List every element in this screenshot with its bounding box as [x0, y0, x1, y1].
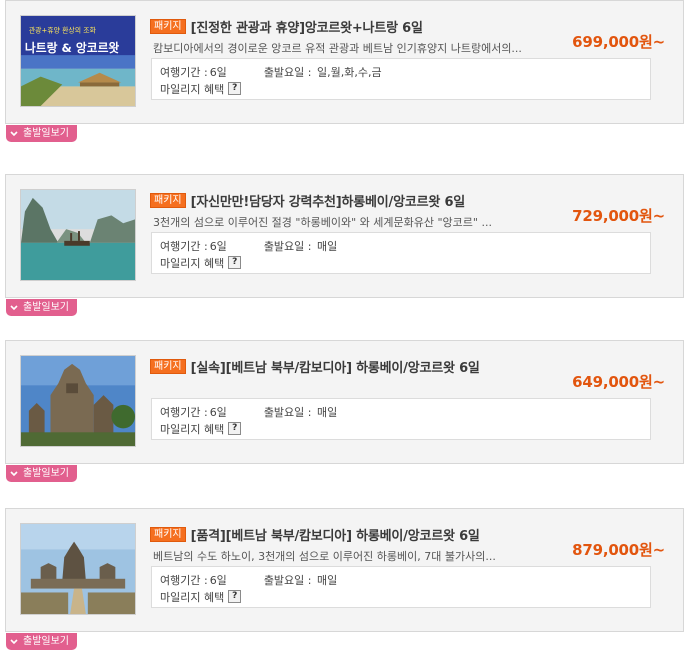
package-description: 3천개의 섬으로 이루어진 절경 "하롱베이와" 와 세계문화유산 "앙코르" … [153, 216, 492, 229]
mileage-label: 마일리지 혜택 [160, 82, 225, 96]
package-card[interactable]: 관광+휴양 환상의 조화 나트랑 & 앙코르왓 패키지 [진정한 관광과 휴양]… [5, 0, 684, 142]
package-price: 699,000원~ [572, 33, 665, 51]
departure-dates-button[interactable]: 출발일보기 [6, 633, 77, 650]
mileage-label: 마일리지 혜택 [160, 422, 225, 436]
package-thumbnail[interactable] [20, 189, 136, 281]
duration-value: 6일 [209, 573, 227, 587]
departure-dates-label: 출발일보기 [23, 128, 69, 139]
package-badge: 패키지 [150, 527, 186, 542]
package-title[interactable]: [진정한 관광과 휴양]앙코르왓+나트랑 6일 [191, 17, 423, 36]
package-price: 879,000원~ [572, 541, 665, 559]
help-icon[interactable]: ? [228, 590, 242, 603]
departure-dates-button[interactable]: 출발일보기 [6, 465, 77, 482]
departure-dates-button[interactable]: 출발일보기 [6, 299, 77, 316]
departure-value: 일,월,화,수,금 [317, 65, 382, 79]
package-description: 캄보디아에서의 경이로운 앙코르 유적 관광과 베트남 인기휴양지 나트랑에서의… [153, 42, 522, 55]
package-price: 649,000원~ [572, 373, 665, 391]
duration-value: 6일 [209, 65, 227, 79]
duration-label: 여행기간 : [160, 239, 208, 253]
duration-label: 여행기간 : [160, 405, 208, 419]
package-card[interactable]: 패키지 [실속][베트남 북부/캄보디아] 하롱베이/앙코르왓 6일 649,0… [5, 340, 684, 482]
help-icon[interactable]: ? [228, 82, 242, 95]
help-icon[interactable]: ? [228, 256, 242, 269]
package-title-row[interactable]: 패키지 [품격][베트남 북부/캄보디아] 하롱베이/앙코르왓 6일 [150, 525, 480, 544]
duration-label: 여행기간 : [160, 573, 208, 587]
duration-label: 여행기간 : [160, 65, 208, 79]
package-info-box: 여행기간 : 6일 출발요일 : 매일 마일리지 혜택 ? [151, 232, 651, 274]
departure-dates-button[interactable]: 출발일보기 [6, 125, 77, 142]
thumb-top-text: 관광+휴양 환상의 조화 [29, 26, 97, 35]
chevron-down-icon [10, 130, 18, 136]
chevron-down-icon [10, 470, 18, 476]
departure-value: 매일 [317, 405, 338, 419]
package-title-row[interactable]: 패키지 [자신만만!담당자 강력추천]하롱베이/앙코르왓 6일 [150, 191, 465, 210]
package-item: 패키지 [자신만만!담당자 강력추천]하롱베이/앙코르왓 6일 729,000원… [5, 174, 684, 316]
package-info-box: 여행기간 : 6일 출발요일 : 매일 마일리지 혜택 ? [151, 566, 651, 608]
departure-label: 출발요일 : [263, 405, 315, 419]
package-title[interactable]: [실속][베트남 북부/캄보디아] 하롱베이/앙코르왓 6일 [191, 357, 480, 376]
duration-value: 6일 [209, 405, 227, 419]
package-item: 패키지 [실속][베트남 북부/캄보디아] 하롱베이/앙코르왓 6일 649,0… [5, 340, 684, 482]
package-card[interactable]: 패키지 [품격][베트남 북부/캄보디아] 하롱베이/앙코르왓 6일 879,0… [5, 508, 684, 650]
package-title-row[interactable]: 패키지 [실속][베트남 북부/캄보디아] 하롱베이/앙코르왓 6일 [150, 357, 480, 376]
package-thumbnail[interactable] [20, 355, 136, 447]
package-item: 관광+휴양 환상의 조화 나트랑 & 앙코르왓 패키지 [진정한 관광과 휴양]… [5, 0, 684, 142]
package-badge: 패키지 [150, 359, 186, 374]
mileage-label: 마일리지 혜택 [160, 256, 225, 270]
package-badge: 패키지 [150, 19, 186, 34]
departure-value: 매일 [317, 239, 338, 253]
package-thumbnail[interactable]: 관광+휴양 환상의 조화 나트랑 & 앙코르왓 [20, 15, 136, 107]
departure-value: 매일 [317, 573, 338, 587]
thumb-main-text: 나트랑 & 앙코르왓 [25, 41, 120, 55]
package-thumbnail[interactable] [20, 523, 136, 615]
package-badge: 패키지 [150, 193, 186, 208]
package-info-box: 여행기간 : 6일 출발요일 : 일,월,화,수,금 마일리지 혜택 ? [151, 58, 651, 100]
departure-dates-label: 출발일보기 [23, 302, 69, 313]
chevron-down-icon [10, 304, 18, 310]
help-icon[interactable]: ? [228, 422, 242, 435]
chevron-down-icon [10, 638, 18, 644]
departure-dates-label: 출발일보기 [23, 636, 69, 647]
package-title[interactable]: [품격][베트남 북부/캄보디아] 하롱베이/앙코르왓 6일 [191, 525, 480, 544]
package-item: 패키지 [품격][베트남 북부/캄보디아] 하롱베이/앙코르왓 6일 879,0… [5, 508, 684, 650]
package-title[interactable]: [자신만만!담당자 강력추천]하롱베이/앙코르왓 6일 [191, 191, 466, 210]
package-card[interactable]: 패키지 [자신만만!담당자 강력추천]하롱베이/앙코르왓 6일 729,000원… [5, 174, 684, 316]
departure-label: 출발요일 : [263, 239, 315, 253]
package-info-box: 여행기간 : 6일 출발요일 : 매일 마일리지 혜택 ? [151, 398, 651, 440]
mileage-label: 마일리지 혜택 [160, 590, 225, 604]
departure-label: 출발요일 : [263, 573, 315, 587]
package-price: 729,000원~ [572, 207, 665, 225]
departure-label: 출발요일 : [263, 65, 315, 79]
package-description: 베트남의 수도 하노이, 3천개의 섬으로 이루어진 하롱베이, 7대 불가사의… [153, 550, 496, 563]
package-title-row[interactable]: 패키지 [진정한 관광과 휴양]앙코르왓+나트랑 6일 [150, 17, 423, 36]
departure-dates-label: 출발일보기 [23, 468, 69, 479]
duration-value: 6일 [209, 239, 227, 253]
